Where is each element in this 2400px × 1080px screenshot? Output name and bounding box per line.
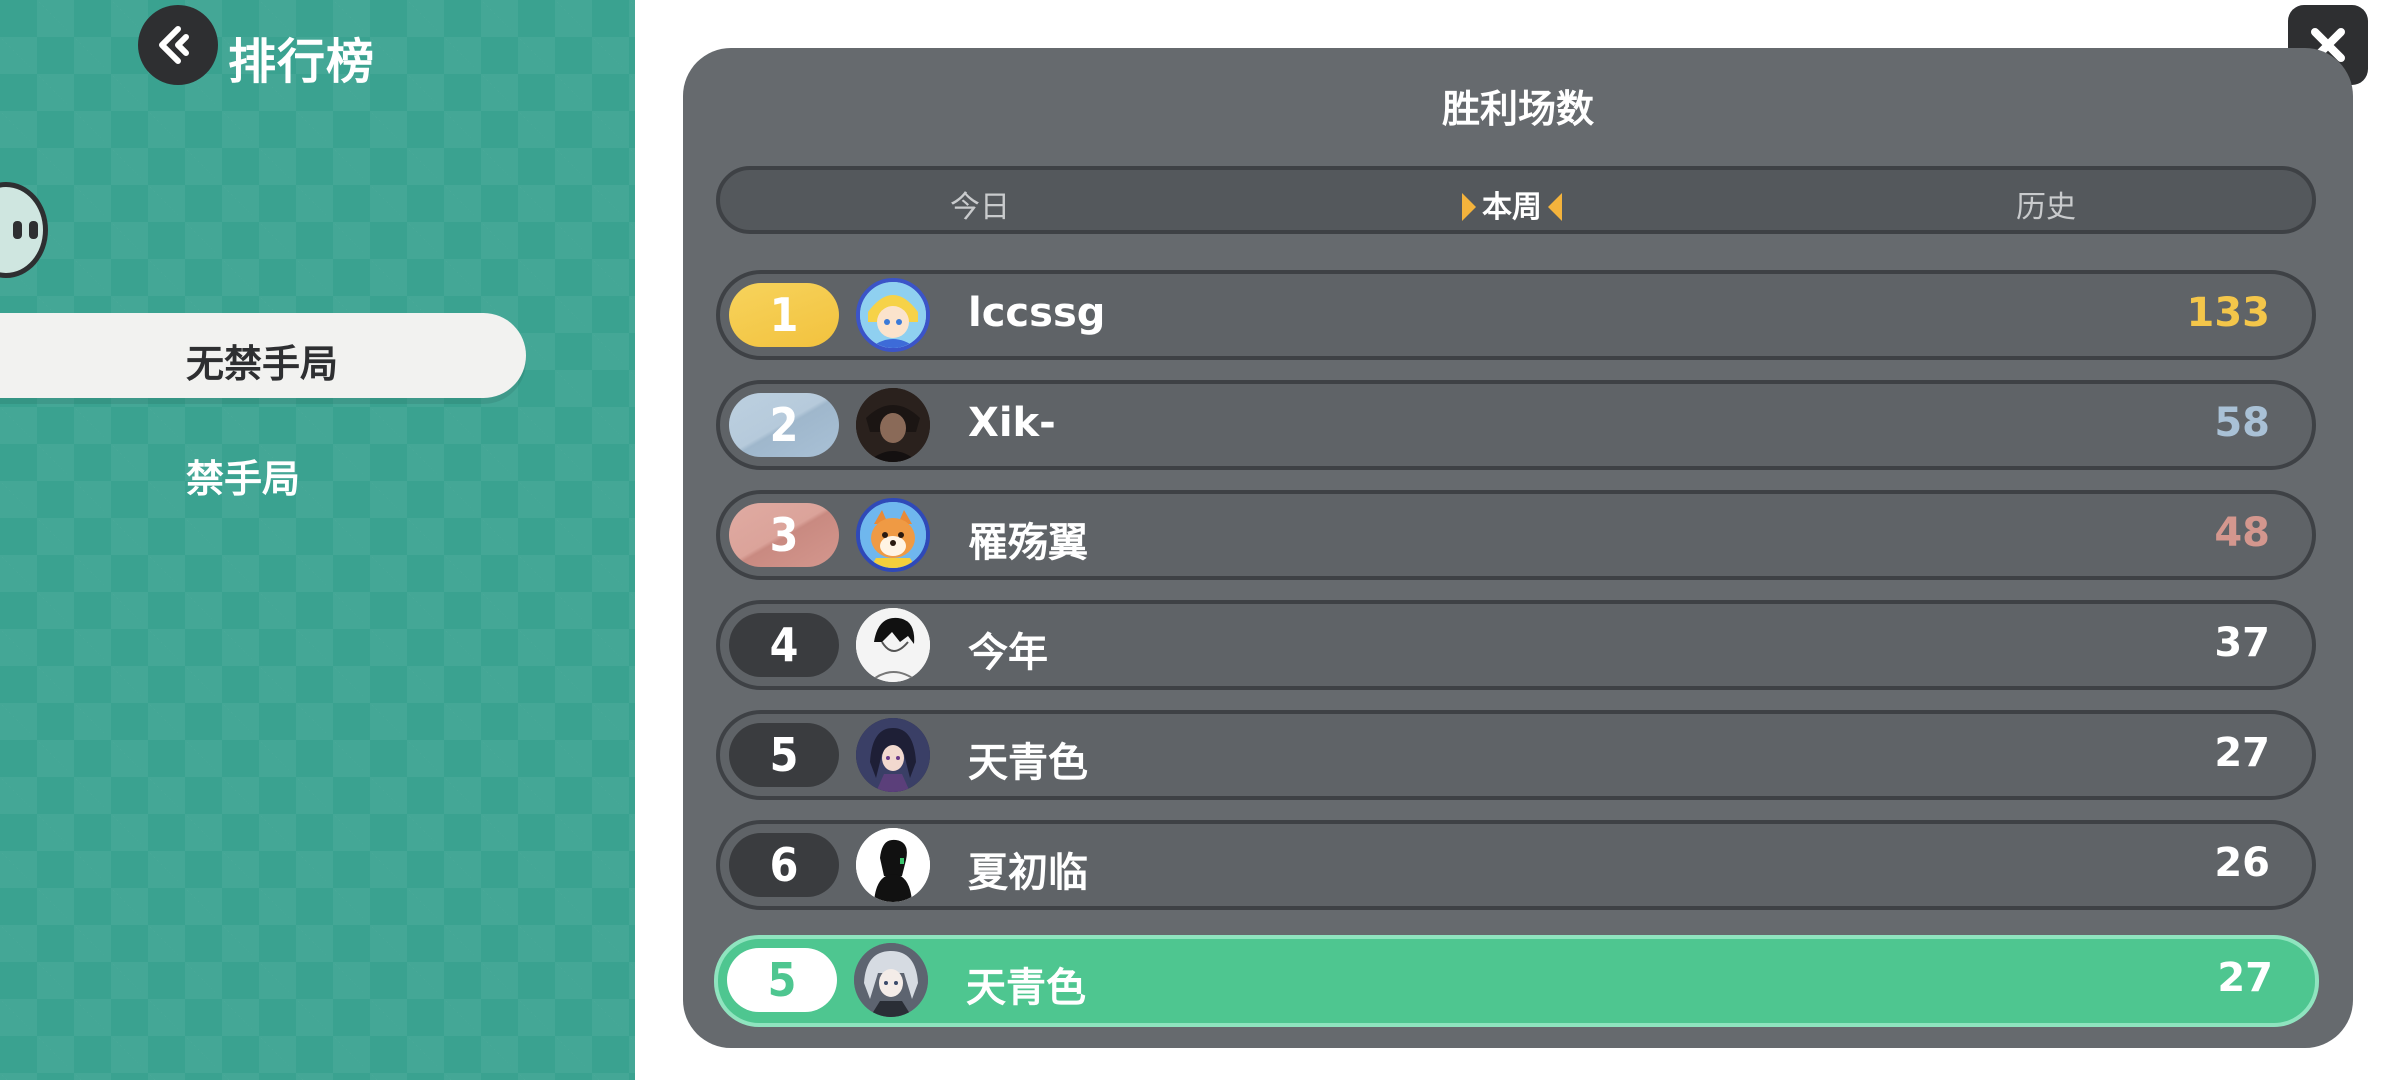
back-arrow-icon xyxy=(159,26,189,64)
panel-title: 胜利场数 xyxy=(1441,87,1594,131)
player-name: 今年 xyxy=(968,630,1048,676)
leaderboard-panel: 胜利场数 今日 本周 历史 1 lccssg 133 2 Xik- 58 3 罹… xyxy=(683,48,2353,1048)
player-name: 罹殇翼 xyxy=(968,520,1088,566)
back-button[interactable] xyxy=(138,5,218,85)
self-rank-row[interactable]: 5 天青色 27 xyxy=(714,935,2319,1027)
leaderboard-row[interactable]: 4 今年 37 xyxy=(716,600,2316,690)
rank-badge-gold: 1 xyxy=(729,283,839,347)
avatar xyxy=(856,498,930,572)
player-name: 天青色 xyxy=(968,740,1088,786)
period-tab-today[interactable]: 今日 xyxy=(950,182,1010,226)
period-label: 历史 xyxy=(2016,190,2076,225)
rank-number: 6 xyxy=(769,838,799,892)
active-marker-left-icon xyxy=(1548,192,1562,221)
avatar xyxy=(856,388,930,462)
tab-label: 禁手局 xyxy=(186,457,301,501)
active-marker-right-icon xyxy=(1462,192,1476,221)
sidebar: 排行榜 无禁手局 禁手局 xyxy=(0,0,635,1080)
page-title: 排行榜 xyxy=(228,34,376,90)
rank-number: 5 xyxy=(769,728,799,782)
avatar xyxy=(856,718,930,792)
period-selector: 今日 本周 历史 xyxy=(716,166,2316,234)
period-tab-week[interactable]: 本周 xyxy=(1462,182,1562,226)
rank-badge: 4 xyxy=(729,613,839,677)
rank-badge-self: 5 xyxy=(727,948,837,1012)
rank-badge: 5 xyxy=(729,723,839,787)
player-name: Xik- xyxy=(968,400,1056,446)
win-count: 58 xyxy=(2214,400,2270,446)
win-count: 27 xyxy=(2214,730,2270,776)
rank-number: 1 xyxy=(769,288,799,342)
player-name: 天青色 xyxy=(966,965,1086,1011)
tab-forbidden[interactable]: 禁手局 xyxy=(0,428,526,513)
leaderboard-row[interactable]: 2 Xik- 58 xyxy=(716,380,2316,470)
win-count: 37 xyxy=(2214,620,2270,666)
rank-badge-silver: 2 xyxy=(729,393,839,457)
rank-number: 2 xyxy=(769,398,799,452)
rank-number: 5 xyxy=(767,953,797,1007)
win-count: 48 xyxy=(2214,510,2270,556)
period-label: 今日 xyxy=(950,190,1010,225)
avatar xyxy=(854,943,928,1017)
win-count: 27 xyxy=(2217,955,2273,1001)
avatar xyxy=(856,608,930,682)
leaderboard-row[interactable]: 1 lccssg 133 xyxy=(716,270,2316,360)
player-name: 夏初临 xyxy=(968,850,1088,896)
mascot-avatar xyxy=(0,182,48,278)
tab-no-forbidden[interactable]: 无禁手局 xyxy=(0,313,526,398)
leaderboard-row[interactable]: 5 天青色 27 xyxy=(716,710,2316,800)
rank-number: 4 xyxy=(769,618,799,672)
period-label: 本周 xyxy=(1482,190,1542,225)
win-count: 133 xyxy=(2186,290,2271,336)
leaderboard-row[interactable]: 3 罹殇翼 48 xyxy=(716,490,2316,580)
rank-number: 3 xyxy=(769,508,799,562)
player-name: lccssg xyxy=(968,290,1106,336)
leaderboard-row[interactable]: 6 夏初临 26 xyxy=(716,820,2316,910)
tab-label: 无禁手局 xyxy=(186,342,339,386)
rank-badge-bronze: 3 xyxy=(729,503,839,567)
win-count: 26 xyxy=(2214,840,2270,886)
period-tab-history[interactable]: 历史 xyxy=(2016,182,2076,226)
avatar xyxy=(856,828,930,902)
avatar xyxy=(856,278,930,352)
rank-badge: 6 xyxy=(729,833,839,897)
